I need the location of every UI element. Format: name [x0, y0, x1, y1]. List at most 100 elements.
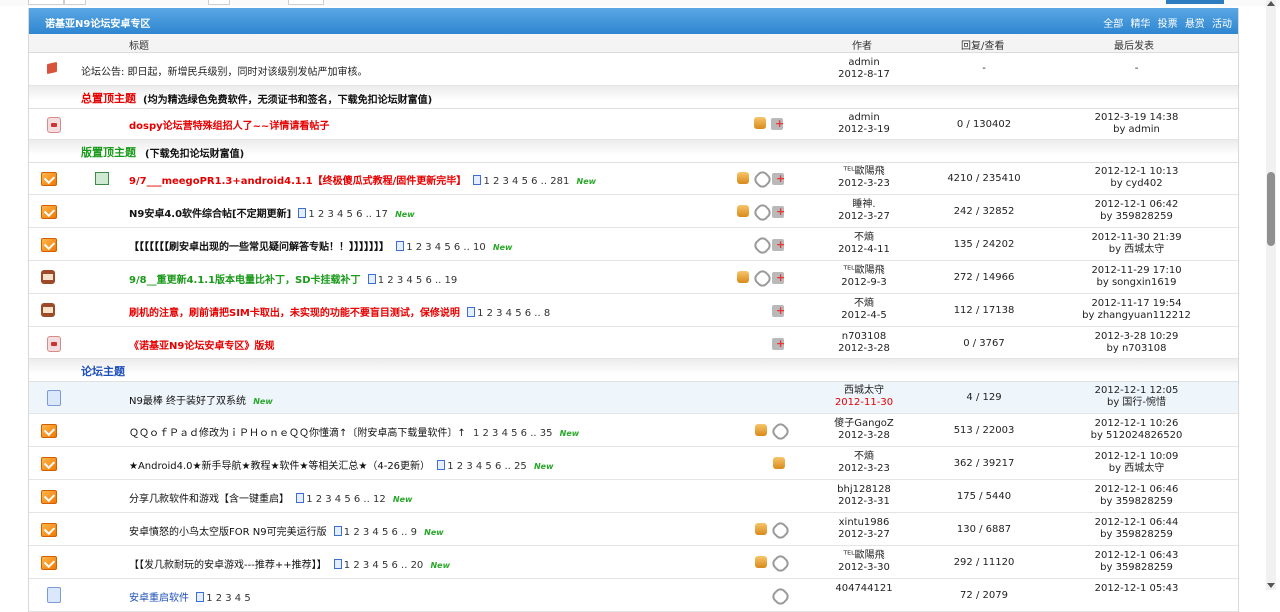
reply-plus-icon[interactable] [772, 271, 785, 284]
reply-plus-icon[interactable] [772, 238, 785, 251]
last-post-user[interactable]: by admin [1069, 124, 1204, 136]
author-name[interactable]: admin [799, 57, 929, 69]
author-name[interactable]: 不熵 [799, 298, 929, 310]
page-links[interactable]: 1 2 3 4 5 6 .. 10 [396, 241, 486, 253]
last-post-user[interactable]: by zhangyuan112212 [1069, 310, 1204, 322]
author-name[interactable]: 睡神. [799, 199, 929, 211]
thread-title[interactable]: N9安卓4.0软件综合帖[不定期更新] [129, 209, 291, 220]
page-links[interactable]: 1 2 3 4 5 6 .. 17 [298, 208, 388, 220]
last-post-time[interactable]: 2012-12-1 05:43 [1069, 583, 1204, 595]
table-row[interactable]: 安卓憤怒的小鸟太空版FOR N9可完美运行版 1 2 3 4 5 6 .. 9 … [29, 513, 1238, 546]
toolbar-button[interactable] [208, 0, 230, 5]
reply-plus-icon[interactable] [772, 304, 785, 317]
author-name[interactable]: 404744121 [799, 583, 929, 595]
tab-activity[interactable]: 活动 [1212, 19, 1232, 30]
reply-plus-icon[interactable] [772, 337, 785, 350]
thread-title[interactable]: 安卓憤怒的小鸟太空版FOR N9可完美运行版 [129, 527, 327, 538]
table-row[interactable]: 9/7___meegoPR1.3+android4.1.1【终极傻瓜式教程/固件… [29, 163, 1238, 195]
author-name[interactable]: 西城太守 [799, 385, 929, 397]
announcement-text[interactable]: 论坛公告: 即日起，新增民兵级别，同时对该级别发帖严加审核。 [81, 63, 368, 78]
tab-reward[interactable]: 悬赏 [1185, 19, 1205, 30]
author-name[interactable]: admin [799, 112, 929, 124]
last-post-time[interactable]: 2012-12-1 12:05 [1069, 385, 1204, 397]
table-row[interactable]: ★Android4.0★新手导航★教程★软件★等相关汇总★（4-26更新） 1 … [29, 447, 1238, 480]
table-row[interactable]: N9最棒 终于装好了双系统 New 西城太守 2012-11-30 4 / 129… [29, 382, 1238, 414]
author-name[interactable]: ᵀᴱᴸ歐陽飛 [799, 166, 929, 178]
table-row[interactable]: 9/8__重更新4.1.1版本电量比补丁，SD卡挂载补丁 1 2 3 4 5 6… [29, 261, 1238, 294]
thread-title[interactable]: ＱＱｏｆＰａｄ修改为ｉＰＨｏｎｅＱＱ你懂滴↑〔附安卓高下载量软件〕↑ [129, 428, 466, 439]
table-row[interactable]: 安卓重启软件 1 2 3 4 5 404744121 72 / 2079 201… [29, 579, 1238, 612]
table-row[interactable]: ＱＱｏｆＰａｄ修改为ｉＰＨｏｎｅＱＱ你懂滴↑〔附安卓高下载量软件〕↑ 1 2 3… [29, 414, 1238, 447]
last-post-time[interactable]: 2012-12-1 10:13 [1069, 166, 1204, 178]
page-links[interactable]: 1 2 3 4 5 6 .. 8 [467, 307, 550, 319]
page-links[interactable]: 1 2 3 4 5 6 .. 20 [333, 559, 423, 571]
author-name[interactable]: 傻子GangoZ [799, 418, 929, 430]
last-post-user[interactable]: by 西城太守 [1069, 244, 1204, 256]
last-post-time[interactable]: 2012-11-30 21:39 [1069, 232, 1204, 244]
table-row[interactable]: 分享几款软件和游戏【含一键重启】 1 2 3 4 5 6 .. 12 New b… [29, 480, 1238, 513]
thread-title[interactable]: dospy论坛营特殊组招人了~~详情请看帖子 [129, 117, 329, 132]
thread-title[interactable]: 【【发几款耐玩的安卓游戏---推荐++推荐】】 [129, 560, 327, 571]
thread-title[interactable]: 9/7___meegoPR1.3+android4.1.1【终极傻瓜式教程/固件… [129, 176, 466, 187]
last-post-time[interactable]: 2012-12-1 10:09 [1069, 451, 1204, 463]
author-name[interactable]: 不熵 [799, 451, 929, 463]
tab-poll[interactable]: 投票 [1158, 19, 1178, 30]
scroll-up-icon[interactable] [1267, 1, 1275, 6]
page-links[interactable]: 1 2 3 4 5 6 .. 9 [333, 526, 417, 538]
last-post-time[interactable]: 2012-12-1 06:44 [1069, 517, 1204, 529]
author-name[interactable]: n703108 [799, 331, 929, 343]
thread-title[interactable]: 刷机的注意，刷前请把SIM卡取出，未实现的功能不要盲目测试，保修说明 [129, 308, 460, 319]
thread-title[interactable]: N9最棒 终于装好了双系统 [129, 396, 246, 407]
last-post-user[interactable]: by n703108 [1069, 343, 1204, 355]
thread-title[interactable]: 9/8__重更新4.1.1版本电量比补丁，SD卡挂载补丁 [129, 275, 361, 286]
last-post-user[interactable]: by 359828259 [1069, 496, 1204, 508]
author-name[interactable]: bhj128128 [799, 484, 929, 496]
page-links[interactable]: 1 2 3 4 5 6 .. 35 [473, 428, 553, 439]
last-post-time[interactable]: 2012-12-1 06:42 [1069, 199, 1204, 211]
author-name[interactable]: xintu1986 [799, 517, 929, 529]
toolbar-button[interactable] [64, 0, 86, 5]
table-row[interactable]: N9安卓4.0软件综合帖[不定期更新] 1 2 3 4 5 6 .. 17 Ne… [29, 195, 1238, 228]
author-name[interactable]: 不熵 [799, 232, 929, 244]
last-post-time[interactable]: 2012-11-17 19:54 [1069, 298, 1204, 310]
table-row[interactable]: 【【发几款耐玩的安卓游戏---推荐++推荐】】 1 2 3 4 5 6 .. 2… [29, 546, 1238, 579]
post-button[interactable] [1166, 0, 1224, 4]
reply-plus-icon[interactable] [771, 117, 784, 130]
tab-digest[interactable]: 精华 [1130, 19, 1150, 30]
last-post-time[interactable]: 2012-3-19 14:38 [1069, 112, 1204, 124]
page-links[interactable]: 1 2 3 4 5 6 .. 25 [437, 460, 527, 472]
page-links[interactable]: 1 2 3 4 5 [196, 592, 251, 604]
last-post-user[interactable]: by 512024826520 [1069, 430, 1204, 442]
toolbar-button[interactable] [288, 0, 324, 5]
author-name[interactable]: ᵀᴱᴸ歐陽飛 [799, 265, 929, 277]
reply-plus-icon[interactable] [772, 172, 785, 185]
last-post-user[interactable]: by cyd402 [1069, 178, 1204, 190]
page-links[interactable]: 1 2 3 4 5 6 .. 19 [367, 274, 457, 286]
last-post-user[interactable]: by songxin1619 [1069, 277, 1204, 289]
last-post-time[interactable]: 2012-3-28 10:29 [1069, 331, 1204, 343]
toolbar-button[interactable] [28, 0, 64, 5]
last-post-user[interactable]: by 359828259 [1069, 529, 1204, 541]
table-row[interactable]: 刷机的注意，刷前请把SIM卡取出，未实现的功能不要盲目测试，保修说明 1 2 3… [29, 294, 1238, 327]
thread-title[interactable]: 【【【【【【【刷安卓出现的一些常见疑问解答专贴！！】】】】】】】 [129, 242, 389, 253]
thread-title[interactable]: 安卓重启软件 [129, 593, 189, 604]
last-post-user[interactable]: by 国行-惋惜 [1069, 397, 1204, 409]
last-post-time[interactable]: 2012-12-1 06:43 [1069, 550, 1204, 562]
vertical-scrollbar[interactable] [1266, 0, 1276, 590]
last-post-time[interactable]: 2012-12-1 10:26 [1069, 418, 1204, 430]
last-post-user[interactable]: by 359828259 [1069, 211, 1204, 223]
reply-plus-icon[interactable] [772, 205, 785, 218]
page-links[interactable]: 1 2 3 4 5 6 .. 12 [296, 493, 386, 505]
table-row[interactable]: 【【【【【【【刷安卓出现的一些常见疑问解答专贴！！】】】】】】】 1 2 3 4… [29, 228, 1238, 261]
page-links[interactable]: 1 2 3 4 5 6 .. 281 [473, 175, 569, 187]
author-name[interactable]: ᵀᴱᴸ歐陽飛 [799, 550, 929, 562]
table-row[interactable]: dospy论坛营特殊组招人了~~详情请看帖子 admin 2012-3-19 0… [29, 109, 1238, 140]
last-post-time[interactable]: 2012-12-1 06:46 [1069, 484, 1204, 496]
last-post-user[interactable]: by 西城太守 [1069, 463, 1204, 475]
tab-all[interactable]: 全部 [1103, 19, 1123, 30]
scrollbar-thumb[interactable] [1267, 172, 1275, 246]
scroll-down-icon[interactable] [1267, 583, 1275, 588]
table-row[interactable]: 《诺基亚N9论坛安卓专区》版规 n7031082012-3-28 0 / 376… [29, 327, 1238, 359]
last-post-time[interactable]: 2012-11-29 17:10 [1069, 265, 1204, 277]
thread-title[interactable]: 分享几款软件和游戏【含一键重启】 [129, 494, 289, 505]
